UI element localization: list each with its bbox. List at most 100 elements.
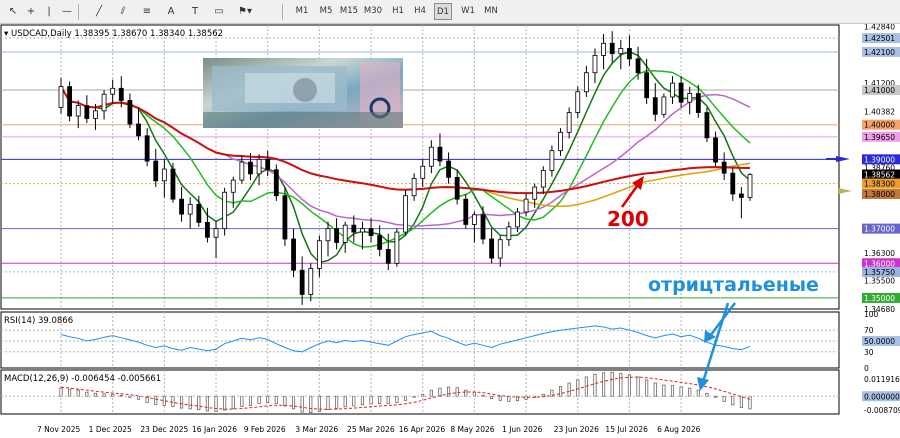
- candle: [463, 193, 469, 229]
- timeframe-h4[interactable]: H4: [410, 3, 430, 20]
- macd-bar: [593, 373, 597, 397]
- macd-bar: [291, 395, 296, 410]
- price-level-tag: 1.40000: [862, 119, 900, 130]
- text-tool-icon[interactable]: A: [162, 3, 180, 20]
- rsi-tick-label: 0: [864, 364, 869, 373]
- candle: [747, 173, 753, 201]
- macd-bar: [197, 395, 201, 411]
- svg-text:1.39000: 1.39000: [864, 155, 895, 164]
- macd-bar: [688, 387, 692, 397]
- rsi-tick-label: 50.0000: [864, 337, 895, 346]
- macd-bar: [748, 395, 752, 410]
- shapes-dropdown-icon[interactable]: ⚑▾: [236, 3, 254, 20]
- macd-bar: [154, 395, 158, 405]
- channel-icon[interactable]: ⫽: [114, 3, 132, 20]
- date-axis-label: 8 May 2026: [450, 425, 494, 434]
- macd-bar: [188, 395, 192, 410]
- macd-bar: [68, 388, 72, 397]
- trendline-icon[interactable]: ╱: [90, 3, 108, 20]
- macd-bar: [670, 385, 675, 397]
- timeframe-m5[interactable]: M5: [316, 3, 336, 20]
- svg-text:1.37000: 1.37000: [864, 225, 895, 234]
- timeframe-mn[interactable]: MN: [481, 3, 501, 20]
- macd-bar: [627, 374, 631, 397]
- macd-bar: [360, 395, 364, 406]
- toolbar: ↖ + | — ╱ ⫽ ≡ A T ▭ ⚑▾ M1 M5 M15 M30 H1 H4 D1 W1 MN: [0, 0, 900, 24]
- macd-bar: [180, 395, 184, 409]
- macd-bar: [464, 389, 468, 397]
- macd-bar: [283, 395, 287, 407]
- annotation-200-label: 200: [607, 207, 649, 231]
- price-tick-label: 1.40382: [864, 107, 895, 116]
- date-axis-label: 16 Jan 2026: [192, 425, 237, 434]
- date-axis-label: 23 Jun 2026: [554, 425, 599, 434]
- price-level-tag: 1.38300: [862, 178, 900, 189]
- macd-bar: [567, 382, 571, 397]
- candle: [394, 228, 400, 267]
- macd-bar: [369, 395, 373, 405]
- price-level-tag: 1.35750: [862, 266, 900, 277]
- candle: [661, 93, 667, 118]
- macd-bar: [602, 372, 606, 397]
- timeframe-d1[interactable]: D1: [434, 3, 452, 20]
- svg-text:1.38000: 1.38000: [864, 190, 895, 199]
- crosshair-icon[interactable]: +: [22, 3, 40, 20]
- date-axis-label: 6 Aug 2026: [657, 425, 700, 434]
- svg-text:1.39650: 1.39650: [864, 133, 895, 142]
- price-tick-label: 1.36300: [864, 249, 895, 258]
- timeframe-m1[interactable]: M1: [292, 3, 312, 20]
- svg-text:1.36000: 1.36000: [864, 259, 895, 268]
- macd-tick-label: -0.008709: [864, 406, 900, 415]
- macd-bar: [59, 387, 63, 397]
- candle: [282, 187, 288, 246]
- rsi-title: RSI(14) 39.0866: [4, 316, 73, 326]
- rectangle-icon[interactable]: ▭: [210, 3, 228, 20]
- macd-bar: [696, 389, 700, 397]
- fibonacci-icon[interactable]: ≡: [138, 3, 156, 20]
- macd-bar: [576, 379, 580, 397]
- candle: [170, 162, 176, 203]
- macd-bar: [214, 395, 218, 412]
- svg-text:1.41000: 1.41000: [864, 86, 895, 95]
- svg-text:1.42501: 1.42501: [864, 34, 895, 43]
- macd-bar: [300, 395, 304, 413]
- horizontal-line-icon[interactable]: —: [58, 3, 76, 20]
- price-level-tag: 1.38000: [862, 188, 900, 199]
- macd-bar: [257, 395, 261, 404]
- macd-bar: [739, 395, 743, 408]
- rsi-panel: [0, 311, 840, 369]
- date-axis-label: 23 Dec 2025: [140, 425, 188, 434]
- macd-bar: [447, 386, 451, 397]
- price-level-tag: 1.35000: [862, 292, 900, 303]
- svg-text:1.42100: 1.42100: [864, 48, 895, 57]
- vertical-line-icon[interactable]: |: [40, 3, 58, 20]
- rsi-tick-label: 70: [864, 326, 874, 335]
- macd-bar: [722, 395, 726, 402]
- macd-bar: [472, 391, 476, 397]
- cursor-icon[interactable]: ↖: [4, 3, 22, 20]
- svg-text:1.38300: 1.38300: [864, 180, 895, 189]
- timeframe-m15[interactable]: M15: [338, 3, 360, 20]
- macd-bar: [266, 395, 270, 403]
- text-label-icon[interactable]: T: [186, 3, 204, 20]
- macd-bar: [309, 395, 313, 413]
- macd-bar: [662, 384, 666, 397]
- timeframe-h1[interactable]: H1: [388, 3, 408, 20]
- price-level-tag: 1.39650: [862, 131, 900, 142]
- macd-bar: [205, 395, 209, 412]
- macd-bar: [645, 379, 649, 397]
- macd-bar: [76, 389, 80, 397]
- annotation-negative-label: отрицтальеные: [648, 274, 819, 296]
- rsi-tick-label: 100: [864, 310, 879, 319]
- price-level-tag: 1.42501: [862, 33, 900, 44]
- price-tick-label: 1.35500: [864, 277, 895, 286]
- chart-area: RSI(14) 39.0866 MACD(12,26,9) -0.006454 …: [0, 24, 900, 434]
- macd-bar: [102, 393, 106, 397]
- level-pointer-1.39: [836, 156, 850, 162]
- timeframe-w1[interactable]: W1: [458, 3, 478, 20]
- macd-bar: [498, 395, 502, 401]
- macd-bar: [610, 371, 614, 397]
- timeframe-m30[interactable]: M30: [362, 3, 384, 20]
- macd-bar: [223, 395, 227, 411]
- date-axis-label: 3 Mar 2026: [295, 425, 338, 434]
